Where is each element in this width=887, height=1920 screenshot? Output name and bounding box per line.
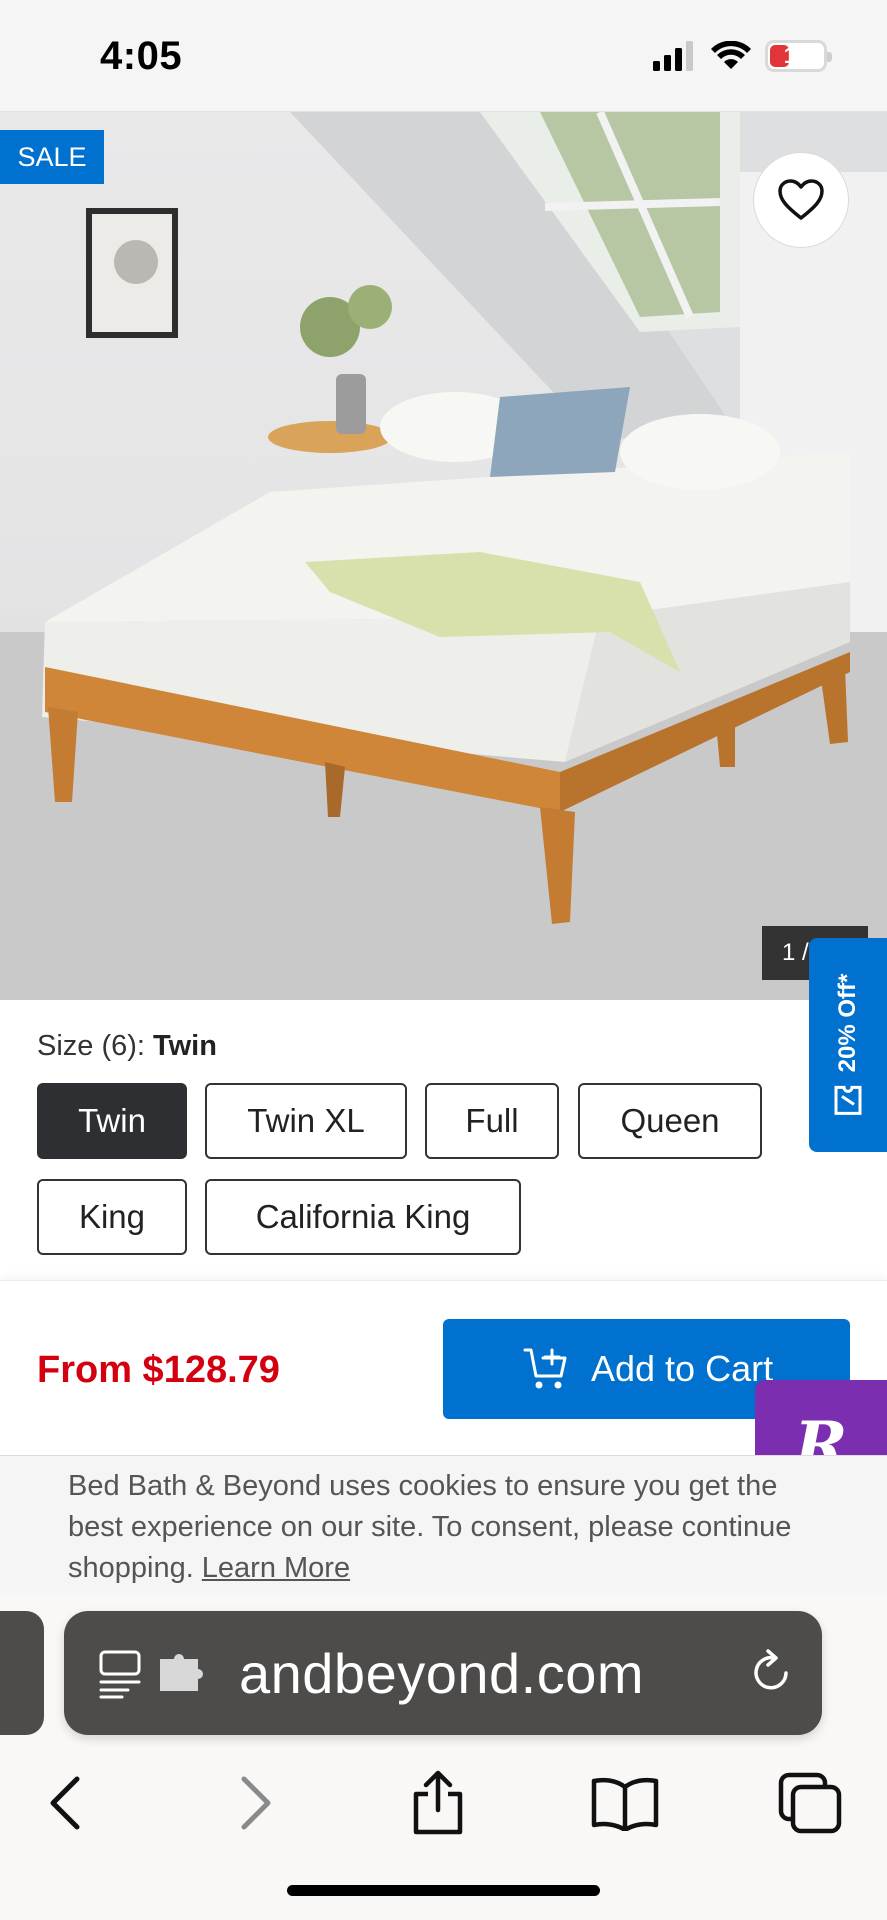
size-option-full[interactable]: Full bbox=[425, 1083, 559, 1159]
add-to-cart-label: Add to Cart bbox=[591, 1348, 774, 1389]
status-time: 4:05 bbox=[100, 34, 183, 78]
cookie-banner: Bed Bath & Beyond uses cookies to ensure… bbox=[0, 1455, 887, 1593]
cellular-signal-icon bbox=[653, 41, 693, 71]
page: 4:05 19 SALE 1 / 20% Off* Size (6): Twin… bbox=[0, 0, 887, 1920]
size-option-california-king[interactable]: California King bbox=[205, 1179, 521, 1255]
cookie-text: Bed Bath & Beyond uses cookies to ensure… bbox=[68, 1470, 792, 1584]
share-icon bbox=[413, 1770, 463, 1835]
forward-button[interactable] bbox=[211, 1758, 301, 1848]
extension-icon[interactable] bbox=[158, 1653, 206, 1693]
battery-icon: 19 bbox=[765, 40, 832, 72]
address-bar[interactable]: andbeyond.com bbox=[64, 1611, 822, 1735]
previous-tab[interactable] bbox=[0, 1611, 44, 1735]
url-text: andbeyond.com bbox=[239, 1642, 645, 1705]
purchase-bar: From $128.79 Add to Cart bbox=[0, 1280, 887, 1455]
share-button[interactable] bbox=[393, 1758, 483, 1848]
bookmarks-icon bbox=[591, 1777, 659, 1831]
promo-side-tab[interactable]: 20% Off* bbox=[809, 938, 887, 1152]
back-icon bbox=[50, 1776, 80, 1830]
heart-icon bbox=[778, 179, 824, 220]
forward-icon bbox=[241, 1776, 271, 1830]
tabs-icon bbox=[778, 1772, 842, 1834]
sale-badge: SALE bbox=[0, 130, 104, 184]
product-photo bbox=[0, 112, 887, 1000]
size-count-label: Size (6): bbox=[37, 1030, 145, 1062]
browser-toolbar: andbeyond.com bbox=[0, 1593, 887, 1920]
favorite-button[interactable] bbox=[753, 152, 849, 248]
size-option-king[interactable]: King bbox=[37, 1179, 187, 1255]
reload-icon[interactable] bbox=[750, 1649, 794, 1695]
wifi-icon bbox=[711, 41, 751, 69]
home-indicator[interactable] bbox=[287, 1885, 600, 1896]
bookmarks-button[interactable] bbox=[580, 1758, 670, 1848]
promo-label: 20% Off* bbox=[834, 973, 861, 1073]
status-bar: 4:05 19 bbox=[0, 0, 887, 112]
product-image[interactable]: SALE 1 / bbox=[0, 112, 887, 1000]
size-option-twin[interactable]: Twin bbox=[37, 1083, 187, 1159]
ticket-icon bbox=[834, 1085, 862, 1115]
size-selected-value: Twin bbox=[153, 1030, 217, 1062]
learn-more-link[interactable]: Learn More bbox=[202, 1552, 350, 1584]
cart-add-icon bbox=[523, 1348, 567, 1389]
price: From $128.79 bbox=[37, 1349, 280, 1391]
status-icons: 19 bbox=[653, 40, 832, 72]
battery-level: 19 bbox=[783, 43, 809, 68]
reader-icon[interactable] bbox=[98, 1649, 144, 1699]
back-button[interactable] bbox=[20, 1758, 110, 1848]
size-option-twin-xl[interactable]: Twin XL bbox=[205, 1083, 407, 1159]
size-label: Size (6): Twin bbox=[37, 1030, 217, 1063]
tabs-button[interactable] bbox=[765, 1758, 855, 1848]
browser-nav bbox=[0, 1758, 887, 1858]
size-option-queen[interactable]: Queen bbox=[578, 1083, 762, 1159]
